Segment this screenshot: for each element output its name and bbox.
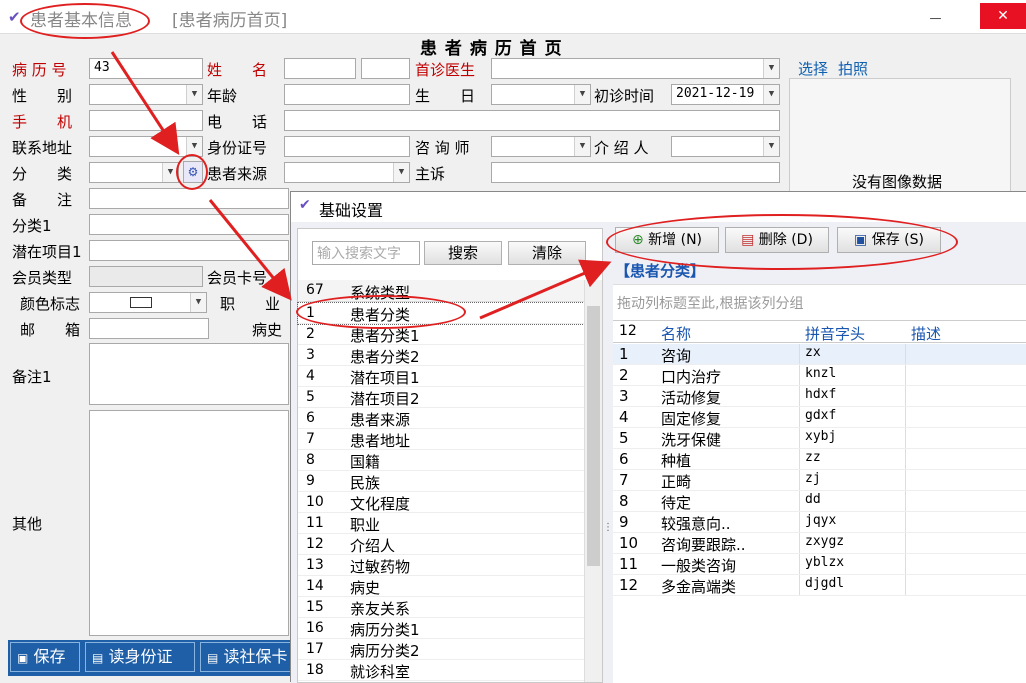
annotation-arrows [110,51,612,320]
